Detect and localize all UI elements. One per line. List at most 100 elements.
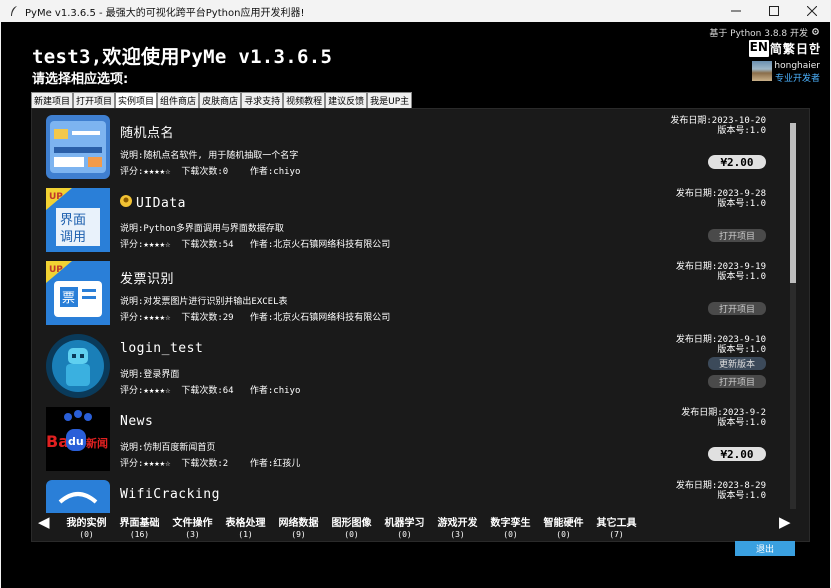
item-date: 发布日期:2023-8-29 版本号:1.0 [676, 481, 766, 501]
category-digital-twin[interactable]: 数字孪生 (0) [484, 514, 537, 539]
baidu-news-text: 新闻 [86, 436, 108, 450]
python-version-label: 基于 Python 3.8.8 开发 [709, 29, 808, 39]
lang-en[interactable]: EN [748, 40, 769, 57]
title-bar: PyMe v1.3.6.5 - 最强大的可视化跨平台Python应用开发利器! [0, 0, 831, 22]
user-role: 专业开发者 [774, 74, 820, 84]
list-item[interactable]: UP 票 发票识别 说明:对发票图片进行识别并输出EXCEL表 评分:★★★★☆… [32, 258, 782, 331]
publish-date: 发布日期:2023-8-29 [675, 481, 766, 491]
tab-example-projects[interactable]: 实例项目 [115, 92, 158, 108]
publish-date: 发布日期:2023-9-28 [675, 189, 766, 199]
example-list: 随机点名 说明:随机点名软件, 用于随机抽取一个名字 评分:★★★★☆ 下载次数… [32, 109, 797, 513]
thumb-ui-line1: 界面 [60, 213, 86, 228]
list-item[interactable]: 随机点名 说明:随机点名软件, 用于随机抽取一个名字 评分:★★★★☆ 下载次数… [32, 112, 782, 185]
item-meta: 评分:★★★★☆ 下载次数:2 作者:红孩儿 [120, 459, 301, 469]
category-spreadsheet[interactable]: 表格处理 (1) [219, 514, 272, 539]
thumbnail-news[interactable]: Bai du 新闻 [46, 407, 110, 471]
category-bar: ◀ 我的实例 (0) 界面基础 (16) 文件操作 (3) 表格处理 (1) 网… [32, 513, 811, 543]
maximize-button[interactable] [755, 0, 793, 22]
python-version: 基于 Python 3.8.8 开发 [709, 26, 820, 39]
scrollbar-thumb[interactable] [790, 123, 796, 283]
item-meta: 评分:★★★★☆ 下载次数:0 作者:chiyo [120, 167, 301, 177]
list-item[interactable]: UP 界面 调用 UIData 说明:Python多界面调用与界面数据存取 评分… [32, 185, 782, 258]
publish-date: 发布日期:2023-10-20 [670, 116, 766, 126]
thumb-invoice-char: 票 [62, 291, 75, 306]
tab-video-tutorials[interactable]: 视频教程 [283, 92, 326, 108]
item-name[interactable]: 发票识别 [120, 268, 174, 287]
list-item[interactable]: login_test 说明:登录界面 评分:★★★★☆ 下载次数:64 作者:c… [32, 331, 782, 404]
thumbnail-login[interactable] [46, 334, 110, 398]
minimize-button[interactable] [717, 0, 755, 22]
thumbnail-invoice[interactable]: UP 票 [46, 261, 110, 325]
version-number: 版本号:1.0 [717, 272, 766, 282]
thumbnail-random-picker[interactable] [46, 115, 110, 179]
examples-panel: 随机点名 说明:随机点名软件, 用于随机抽取一个名字 评分:★★★★☆ 下载次数… [31, 108, 810, 542]
category-network-data[interactable]: 网络数据 (9) [272, 514, 325, 539]
item-name[interactable]: 随机点名 [120, 122, 174, 141]
item-description: 说明:仿制百度新闻首页 [120, 443, 216, 453]
thumb-ui-line2: 调用 [60, 230, 86, 245]
item-date: 发布日期:2023-10-20 版本号:1.0 [670, 116, 766, 136]
baidu-du-text: du [68, 435, 84, 448]
list-scrollbar[interactable] [790, 123, 796, 509]
list-item[interactable]: Bai du 新闻 News 说明:仿制百度新闻首页 评分:★★★★☆ 下载次数… [32, 404, 782, 477]
prev-arrow-icon[interactable]: ◀ [38, 513, 50, 531]
item-description: 说明:Python多界面调用与界面数据存取 [120, 224, 284, 234]
gear-icon[interactable] [811, 27, 820, 39]
avatar[interactable] [752, 61, 773, 81]
version-number: 版本号:1.0 [717, 126, 766, 136]
open-project-button[interactable]: 打开项目 [708, 302, 766, 315]
item-date: 发布日期:2023-9-19 版本号:1.0 [676, 262, 766, 282]
tab-skin-store[interactable]: 皮肤商店 [199, 92, 242, 108]
category-my-examples[interactable]: 我的实例 (0) [60, 514, 113, 539]
price-button[interactable]: ¥2.00 [708, 155, 766, 169]
publish-date: 发布日期:2023-9-19 [675, 262, 766, 272]
top-tabs: 新建项目 打开项目 实例项目 组件商店 皮肤商店 寻求支持 视频教程 建议反馈 … [31, 92, 413, 108]
item-meta: 评分:★★★★☆ 下载次数:54 作者:北京火石镇网络科技有限公司 [120, 240, 391, 250]
open-project-button[interactable]: 打开项目 [708, 229, 766, 242]
exit-button[interactable]: 退出 [735, 541, 795, 556]
item-name[interactable]: UIData [120, 195, 186, 211]
item-name[interactable]: login_test [120, 341, 203, 356]
user-name: honghaier [774, 61, 820, 71]
list-item[interactable]: WifiCracking 发布日期:2023-8-29 版本号:1.0 [32, 477, 782, 513]
category-file-ops[interactable]: 文件操作 (3) [166, 514, 219, 539]
tab-feedback[interactable]: 建议反馈 [325, 92, 368, 108]
tab-new-project[interactable]: 新建项目 [31, 92, 74, 108]
category-game-dev[interactable]: 游戏开发 (3) [431, 514, 484, 539]
user-profile[interactable]: honghaier 专业开发者 [752, 61, 820, 84]
update-version-button[interactable]: 更新版本 [708, 357, 766, 370]
lang-zh-hant[interactable]: 繁 [783, 40, 795, 57]
lang-ja[interactable]: 日 [796, 40, 808, 57]
up-badge-text: UP [49, 265, 63, 275]
price-button[interactable]: ¥2.00 [708, 447, 766, 461]
category-ui-basics[interactable]: 界面基础 (16) [113, 514, 166, 539]
close-button[interactable] [793, 0, 831, 22]
tab-support[interactable]: 寻求支持 [241, 92, 284, 108]
item-description: 说明:对发票图片进行识别并输出EXCEL表 [120, 297, 288, 307]
item-name[interactable]: WifiCracking [120, 487, 220, 502]
thumbnail-uidata[interactable]: UP 界面 调用 [46, 188, 110, 252]
tab-up-host[interactable]: 我是UP主 [367, 92, 413, 108]
item-meta: 评分:★★★★☆ 下载次数:64 作者:chiyo [120, 386, 301, 396]
lang-ko[interactable]: 한 [809, 40, 820, 57]
item-name[interactable]: News [120, 414, 153, 429]
category-other-tools[interactable]: 其它工具 (7) [590, 514, 643, 539]
thumbnail-wifi[interactable] [46, 480, 110, 513]
version-number: 版本号:1.0 [717, 491, 766, 501]
item-date: 发布日期:2023-9-2 版本号:1.0 [681, 408, 766, 428]
category-machine-learning[interactable]: 机器学习 (0) [378, 514, 431, 539]
tab-component-store[interactable]: 组件商店 [157, 92, 200, 108]
publish-date: 发布日期:2023-9-10 [675, 335, 766, 345]
lang-zh-hans[interactable]: 简 [770, 40, 782, 57]
tab-open-project[interactable]: 打开项目 [73, 92, 116, 108]
next-arrow-icon[interactable]: ▶ [779, 513, 791, 531]
item-description: 说明:随机点名软件, 用于随机抽取一个名字 [120, 151, 299, 161]
category-smart-hardware[interactable]: 智能硬件 (0) [537, 514, 590, 539]
open-project-button[interactable]: 打开项目 [708, 375, 766, 388]
item-description: 说明:登录界面 [120, 370, 180, 380]
category-graphics[interactable]: 图形图像 (0) [325, 514, 378, 539]
version-number: 版本号:1.0 [717, 345, 766, 355]
publish-date: 发布日期:2023-9-2 [681, 408, 766, 418]
feather-icon [9, 5, 19, 17]
window-title: PyMe v1.3.6.5 - 最强大的可视化跨平台Python应用开发利器! [25, 7, 305, 19]
